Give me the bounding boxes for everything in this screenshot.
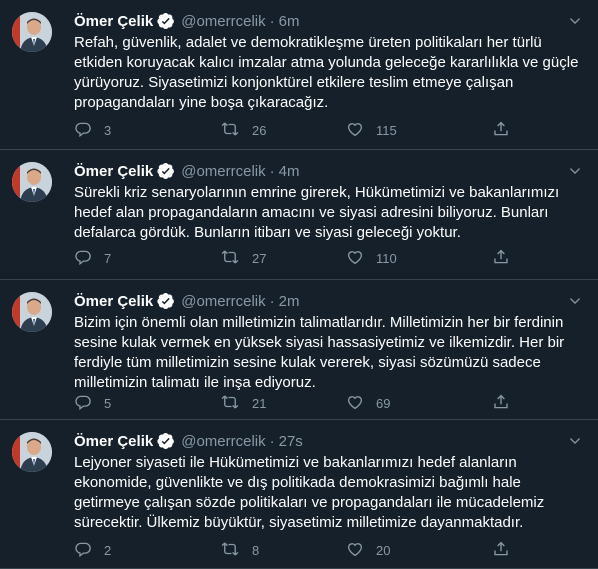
tweet-header: Ömer Çelik @omerrcelik · 2m [74, 290, 299, 312]
tweet-header: Ömer Çelik @omerrcelik · 6m [74, 10, 299, 32]
separator-dot: · [269, 12, 275, 30]
retweet-icon [220, 248, 252, 269]
reply-icon [74, 248, 104, 269]
share-button[interactable] [492, 120, 522, 140]
like-count: 115 [376, 122, 397, 138]
verified-badge-icon [157, 12, 175, 30]
like-button[interactable]: 115 [346, 120, 397, 140]
reply-count: 2 [104, 542, 112, 558]
like-icon [346, 248, 376, 269]
like-button[interactable]: 110 [346, 248, 397, 268]
reply-button[interactable]: 5 [74, 393, 111, 413]
reply-count: 5 [104, 395, 112, 411]
share-icon [492, 540, 522, 561]
retweet-icon [220, 120, 252, 141]
tweet-text: Bizim için önemli olan milletimizin tali… [74, 314, 565, 391]
like-count: 110 [376, 250, 397, 266]
timestamp[interactable]: 4m [279, 163, 300, 180]
verified-badge-icon [157, 432, 175, 450]
retweet-count: 27 [252, 250, 267, 266]
chevron-down-icon[interactable] [566, 12, 584, 30]
separator-dot: · [269, 162, 275, 180]
like-icon [346, 540, 376, 561]
author-name[interactable]: Ömer Çelik [74, 293, 153, 310]
share-button[interactable] [492, 540, 522, 560]
share-button[interactable] [492, 393, 522, 413]
verified-badge-icon [157, 162, 175, 180]
verified-badge-icon [157, 292, 175, 310]
tweet-text: Sürekli kriz senaryolarının emrine girer… [74, 184, 560, 241]
tweet-header: Ömer Çelik @omerrcelik · 27s [74, 430, 303, 452]
retweet-icon [220, 540, 252, 561]
avatar[interactable] [12, 12, 52, 52]
reply-button[interactable]: 3 [74, 120, 111, 140]
reply-button[interactable]: 2 [74, 540, 111, 560]
author-handle[interactable]: @omerrcelik [181, 293, 265, 310]
avatar[interactable] [12, 432, 52, 472]
retweet-button[interactable]: 8 [220, 540, 259, 560]
retweet-count: 8 [252, 542, 260, 558]
author-name[interactable]: Ömer Çelik [74, 13, 153, 30]
tweet-text: Refah, güvenlik, adalet ve demokratikleş… [74, 34, 579, 111]
chevron-down-icon[interactable] [566, 292, 584, 310]
retweet-count: 26 [252, 122, 267, 138]
tweet[interactable]: Ömer Çelik @omerrcelik · 4m Sürekli kriz… [0, 150, 598, 280]
retweet-button[interactable]: 27 [220, 248, 266, 268]
author-name[interactable]: Ömer Çelik [74, 433, 153, 450]
author-handle[interactable]: @omerrcelik [181, 433, 265, 450]
tweet-actions: 5 21 69 [74, 393, 554, 413]
tweet[interactable]: Ömer Çelik @omerrcelik · 27s Lejyoner si… [0, 420, 598, 569]
author-name[interactable]: Ömer Çelik [74, 163, 153, 180]
share-icon [492, 393, 522, 414]
reply-button[interactable]: 7 [74, 248, 111, 268]
retweet-button[interactable]: 21 [220, 393, 266, 413]
reply-icon [74, 393, 104, 414]
chevron-down-icon[interactable] [566, 432, 584, 450]
retweet-icon [220, 393, 252, 414]
reply-count: 3 [104, 122, 112, 138]
like-icon [346, 120, 376, 141]
separator-dot: · [269, 432, 275, 450]
tweet-header: Ömer Çelik @omerrcelik · 4m [74, 160, 299, 182]
author-handle[interactable]: @omerrcelik [181, 163, 265, 180]
avatar[interactable] [12, 292, 52, 332]
reply-icon [74, 120, 104, 141]
author-handle[interactable]: @omerrcelik [181, 13, 265, 30]
tweet-actions: 2 8 20 [74, 540, 554, 560]
share-icon [492, 120, 522, 141]
timestamp[interactable]: 2m [279, 293, 300, 310]
timestamp[interactable]: 27s [279, 433, 303, 450]
like-count: 20 [376, 542, 391, 558]
chevron-down-icon[interactable] [566, 162, 584, 180]
timestamp[interactable]: 6m [279, 13, 300, 30]
share-icon [492, 248, 522, 269]
tweet-text: Lejyoner siyaseti ile Hükümetimizi ve ba… [74, 454, 545, 531]
reply-count: 7 [104, 250, 112, 266]
retweet-count: 21 [252, 395, 267, 411]
tweet-actions: 3 26 115 [74, 120, 554, 140]
retweet-button[interactable]: 26 [220, 120, 266, 140]
tweet-actions: 7 27 110 [74, 248, 554, 268]
separator-dot: · [269, 292, 275, 310]
like-icon [346, 393, 376, 414]
tweet[interactable]: Ömer Çelik @omerrcelik · 6m Refah, güven… [0, 0, 598, 150]
like-count: 69 [376, 395, 391, 411]
like-button[interactable]: 69 [346, 393, 390, 413]
reply-icon [74, 540, 104, 561]
tweet[interactable]: Ömer Çelik @omerrcelik · 2m Bizim için ö… [0, 280, 598, 420]
avatar[interactable] [12, 162, 52, 202]
share-button[interactable] [492, 248, 522, 268]
like-button[interactable]: 20 [346, 540, 390, 560]
